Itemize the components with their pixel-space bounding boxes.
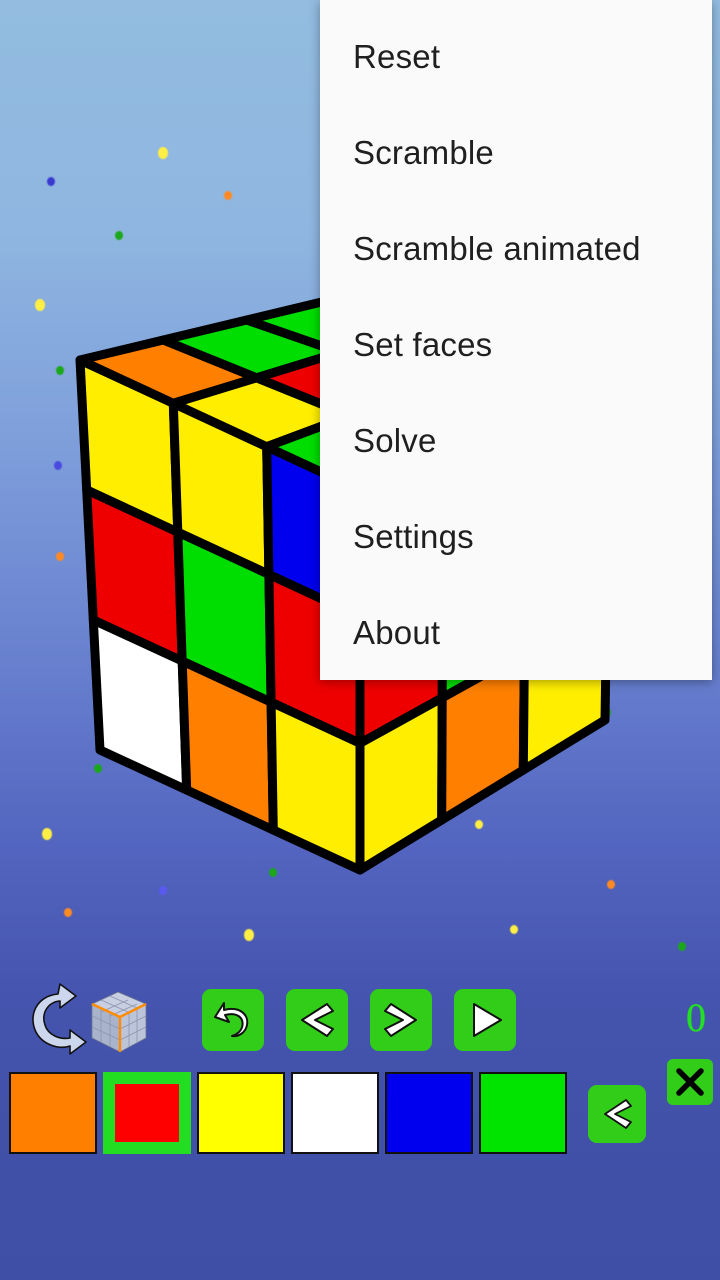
play-button[interactable]	[454, 989, 516, 1051]
background-particle	[510, 925, 518, 935]
rotate-arrow-icon	[32, 983, 87, 1055]
close-x-icon	[676, 1068, 704, 1096]
background-particle	[115, 231, 123, 241]
menu-item-label: Settings	[353, 518, 474, 555]
menu-item-label: Solve	[353, 422, 437, 459]
chevron-right-icon	[379, 998, 423, 1042]
background-particle	[159, 886, 167, 896]
menu-item-scramble[interactable]: Scramble	[353, 126, 494, 180]
menu-item-about[interactable]: About	[353, 606, 440, 660]
background-particle	[678, 942, 686, 952]
cube-left-face-sticker[interactable]	[82, 485, 187, 666]
menu-item-set-faces[interactable]: Set faces	[353, 318, 492, 372]
background-particle	[64, 908, 72, 918]
background-particle	[47, 177, 55, 187]
undo-arrow-icon	[211, 998, 255, 1042]
undo-button[interactable]	[202, 989, 264, 1051]
background-particle	[94, 764, 102, 774]
chevron-left-icon	[604, 1099, 632, 1129]
color-swatch-red[interactable]	[103, 1072, 191, 1154]
menu-item-label: Set faces	[353, 326, 493, 363]
chevron-left-icon	[295, 998, 339, 1042]
background-particle	[42, 828, 52, 840]
close-button[interactable]	[667, 1059, 713, 1105]
cube-left-face-sticker[interactable]	[177, 656, 278, 835]
color-swatch-blue[interactable]	[385, 1072, 473, 1154]
background-particle	[35, 299, 45, 311]
options-popup-menu[interactable]: Reset Scramble Scramble animated Set faces S…	[320, 0, 712, 680]
cube-right-face-sticker[interactable]	[355, 693, 447, 875]
background-particle	[56, 552, 64, 562]
menu-item-label: About	[353, 614, 441, 651]
background-particle	[54, 461, 62, 471]
menu-item-reset[interactable]: Reset	[353, 30, 440, 84]
cube-left-face-sticker[interactable]	[173, 527, 276, 707]
cube-left-face	[75, 355, 365, 875]
play-triangle-icon	[463, 998, 507, 1042]
cube-left-face-sticker[interactable]	[266, 697, 365, 875]
menu-item-solve[interactable]: Solve	[353, 414, 437, 468]
rotate-cube-icon[interactable]	[20, 982, 152, 1060]
color-swatch-white[interactable]	[291, 1072, 379, 1154]
menu-item-settings[interactable]: Settings	[353, 510, 474, 564]
menu-item-label: Reset	[353, 38, 441, 75]
color-swatch-green[interactable]	[479, 1072, 567, 1154]
background-particle	[603, 708, 611, 718]
cube-top-face-sticker[interactable]	[75, 335, 262, 408]
step-back-button[interactable]	[286, 989, 348, 1051]
step-forward-button[interactable]	[370, 989, 432, 1051]
cube-left-face-sticker[interactable]	[88, 615, 192, 795]
menu-item-label: Scramble	[353, 134, 494, 171]
background-particle	[224, 191, 232, 201]
app-root: Reset Scramble Scramble animated Set faces S…	[0, 0, 720, 1280]
background-particle	[158, 147, 168, 159]
color-swatch-orange[interactable]	[9, 1072, 97, 1154]
cube-left-face-sticker[interactable]	[75, 355, 183, 537]
menu-item-label: Scramble animated	[353, 230, 641, 267]
bottom-toolbar: 0	[0, 960, 720, 1280]
back-button[interactable]	[588, 1085, 646, 1143]
menu-item-scramble-animated[interactable]: Scramble animated	[353, 222, 641, 276]
swatch-color-fill	[115, 1084, 179, 1142]
color-swatch-yellow[interactable]	[197, 1072, 285, 1154]
background-particle	[244, 929, 254, 941]
background-particle	[56, 366, 64, 376]
cube-glyph-icon	[91, 991, 147, 1053]
background-particle	[269, 868, 277, 878]
background-particle	[607, 880, 615, 890]
cube-top-face-sticker[interactable]	[158, 315, 345, 383]
background-particle	[475, 820, 483, 830]
move-counter: 0	[686, 995, 706, 1040]
cube-left-face-sticker[interactable]	[168, 398, 274, 579]
